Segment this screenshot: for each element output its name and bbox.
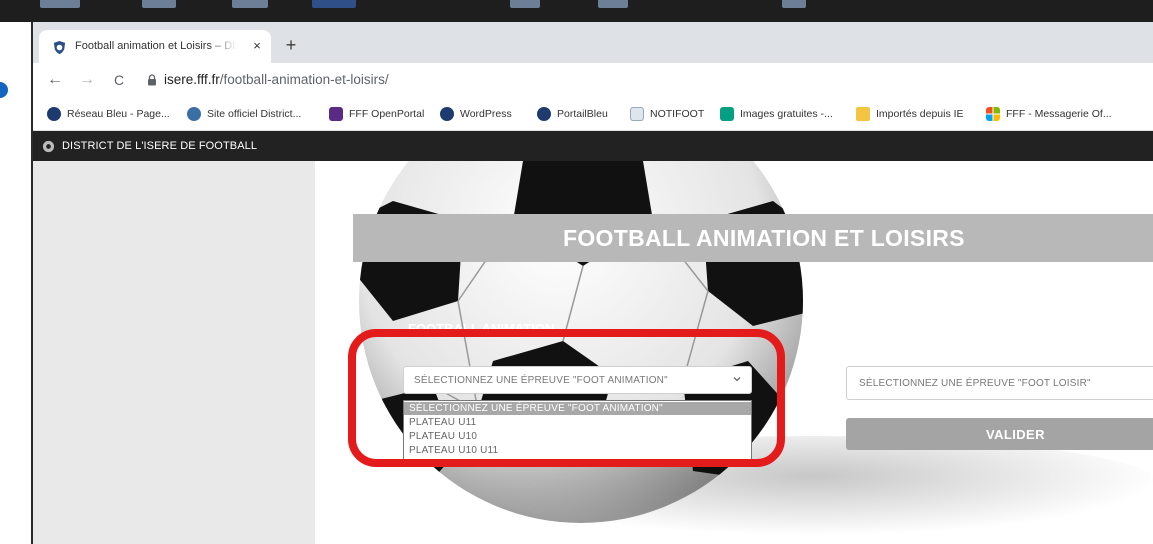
select-value: SÉLECTIONNEZ UNE ÉPREUVE "FOOT LOISIR" [859,378,1091,389]
taskbar-thumbnail[interactable] [782,0,806,8]
site-header: DISTRICT DE L'ISERE DE FOOTBALL [33,131,1153,161]
forward-arrow-icon[interactable]: → [77,70,97,90]
taskbar-thumbnail[interactable] [142,0,176,8]
bookmark-folder-importes[interactable]: Importés depuis IE [856,106,964,122]
bookmark-label: Importés depuis IE [876,108,964,120]
openportal-icon [329,107,343,121]
bookmark-portailbleu[interactable]: PortailBleu [537,106,608,122]
foot-animation-dropdown: SÉLECTIONNEZ UNE ÉPREUVE "FOOT ANIMATION… [403,400,752,461]
folder-icon [856,107,870,121]
windows-icon [986,107,1000,121]
dropdown-option[interactable]: PLATEAU U10 [404,430,751,443]
page-title: FOOTBALL ANIMATION ET LOISIRS [563,225,965,251]
bookmark-label: WordPress [460,108,512,120]
taskbar-thumbnail[interactable] [312,0,356,8]
bookmark-label: Réseau Bleu - Page... [67,108,170,120]
tab-title-fade [209,36,237,58]
fff-crest-icon [537,107,551,121]
title-band: FOOTBALL ANIMATION ET LOISIRS [353,214,1153,262]
web-page: DISTRICT DE L'ISERE DE FOOTBALL FOOTBALL… [33,131,1153,544]
bookmark-label: Images gratuites -... [740,108,833,120]
section-label-football-animation: FOOTBALL ANIMATION [408,321,555,336]
bookmark-label: NOTIFOOT [650,108,705,120]
bookmark-notifoot[interactable]: NOTIFOOT [630,106,704,122]
valider-label: VALIDER [986,427,1045,442]
desktop-taskbar [0,0,1153,22]
url-path: /football-animation-et-loisirs/ [219,72,389,87]
edge-arrow-icon [0,82,8,98]
pexels-icon [720,107,734,121]
desktop-left-strip [0,22,32,544]
active-tab[interactable]: Football animation et Loisirs – DI × [39,30,271,63]
url-host: isere.fff.fr [164,72,220,87]
bookmark-label: PortailBleu [557,108,608,120]
valider-button[interactable]: VALIDER [846,418,1153,450]
bookmark-site-officiel[interactable]: Site officiel District... [187,106,301,122]
close-icon[interactable]: × [249,38,265,54]
district-crest-icon [187,107,201,121]
screenshot-root: Football animation et Loisirs – DI × + ←… [0,0,1153,544]
taskbar-thumbnail[interactable] [40,0,80,8]
foot-animation-select[interactable]: SÉLECTIONNEZ UNE ÉPREUVE "FOOT ANIMATION… [403,366,752,394]
site-name[interactable]: DISTRICT DE L'ISERE DE FOOTBALL [62,140,257,152]
taskbar-thumbnail[interactable] [232,0,268,8]
back-arrow-icon[interactable]: ← [45,70,65,90]
tab-strip: Football animation et Loisirs – DI × + [33,22,1153,63]
select-value: SÉLECTIONNEZ UNE ÉPREUVE "FOOT ANIMATION… [414,375,668,386]
sidebar-panel [33,161,315,544]
dropdown-option[interactable]: PLATEAU U11 [404,416,751,429]
chevron-down-icon [733,377,741,382]
dropdown-option[interactable]: PLATEAU U10 U11 [404,444,751,457]
lock-icon[interactable] [147,74,157,86]
bookmark-messagerie[interactable]: FFF - Messagerie Of... [986,106,1112,122]
browser-window: Football animation et Loisirs – DI × + ←… [33,22,1153,544]
reload-icon[interactable]: C [109,70,129,90]
bookmark-label: Site officiel District... [207,108,302,120]
fff-crest-icon [440,107,454,121]
taskbar-thumbnail[interactable] [510,0,540,8]
bookmarks-bar: Réseau Bleu - Page... Site officiel Dist… [33,97,1153,131]
dropdown-option[interactable]: SÉLECTIONNEZ UNE ÉPREUVE "FOOT ANIMATION… [404,402,751,415]
browser-toolbar: ← → C isere.fff.fr/football-animation-et… [33,63,1153,97]
doc-icon [630,107,644,121]
bookmark-images-gratuites[interactable]: Images gratuites -... [720,106,833,122]
new-tab-button[interactable]: + [281,35,301,55]
district-logo-icon[interactable] [42,140,55,153]
foot-loisir-select[interactable]: SÉLECTIONNEZ UNE ÉPREUVE "FOOT LOISIR" [846,366,1153,400]
taskbar-thumbnail[interactable] [598,0,628,8]
url-field[interactable]: isere.fff.fr/football-animation-et-loisi… [164,72,389,87]
bookmark-label: FFF OpenPortal [349,108,425,120]
bookmark-reseau-bleu[interactable]: Réseau Bleu - Page... [47,106,170,122]
bookmark-openportal[interactable]: FFF OpenPortal [329,106,424,122]
bookmark-wordpress[interactable]: WordPress [440,106,512,122]
fff-crest-icon [53,40,66,55]
bookmark-label: FFF - Messagerie Of... [1006,108,1112,120]
fff-crest-icon [47,107,61,121]
